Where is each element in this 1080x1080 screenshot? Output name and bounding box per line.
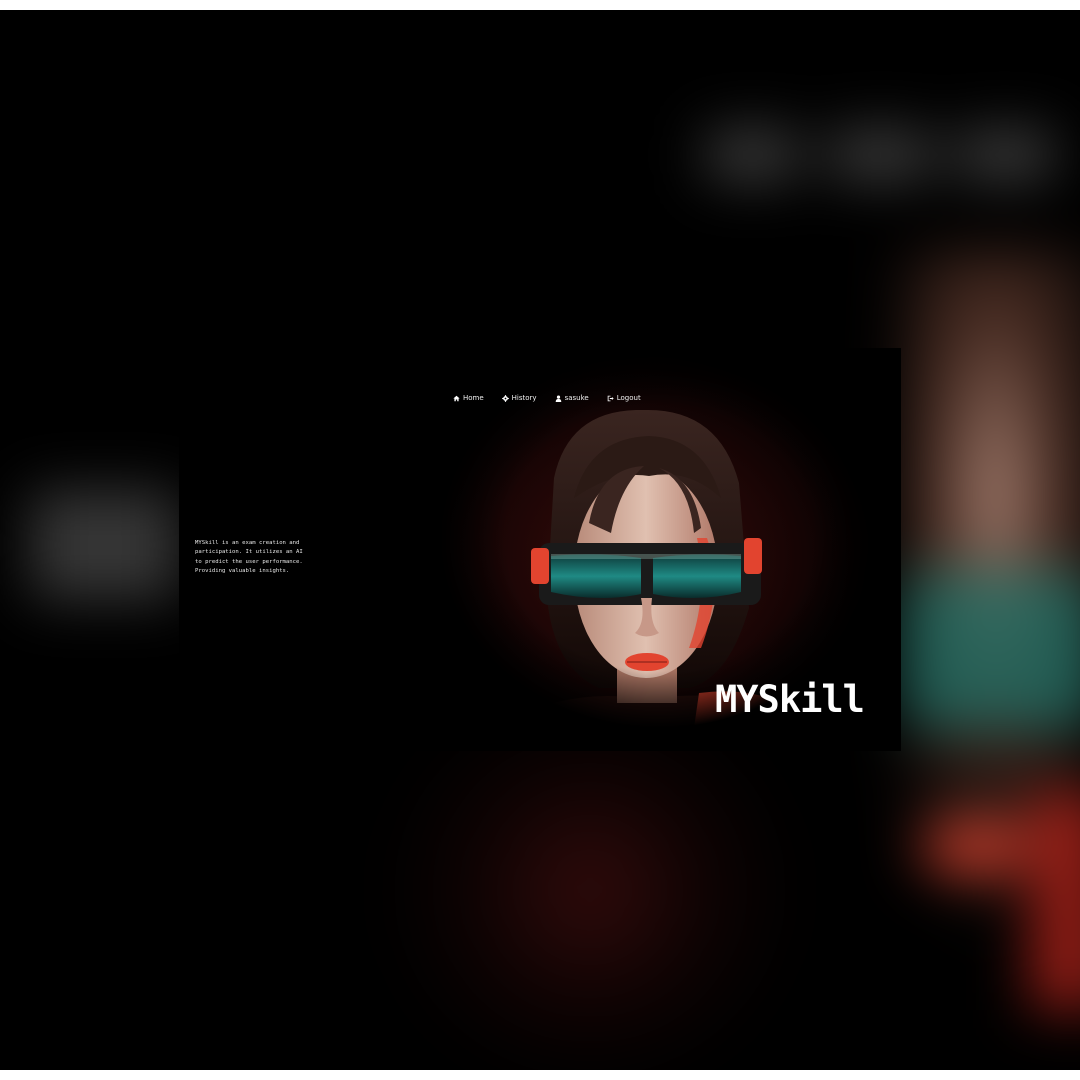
- nav-home[interactable]: Home: [453, 394, 484, 402]
- background-nav-blur: [705, 130, 800, 180]
- brand-logo: MYSkill: [715, 678, 865, 721]
- background-glow: [380, 710, 800, 1070]
- background-nav-blur: [955, 130, 1055, 180]
- nav-home-label: Home: [463, 394, 484, 402]
- user-icon: [555, 394, 561, 402]
- background-goggle-blur: [900, 570, 1080, 730]
- home-icon: [453, 395, 460, 401]
- background-shoulder-blur: [1030, 790, 1080, 1010]
- app-screenshot: Home History sasuke Logout MYSkill is an…: [179, 348, 901, 751]
- gear-icon: [501, 394, 509, 402]
- nav-user-label: sasuke: [564, 394, 589, 402]
- main-navigation: Home History sasuke Logout: [453, 394, 641, 402]
- nav-logout-label: Logout: [616, 394, 641, 402]
- nav-history[interactable]: History: [501, 394, 537, 402]
- screenshot-frame: Home History sasuke Logout MYSkill is an…: [0, 10, 1080, 1070]
- nav-user[interactable]: sasuke: [555, 394, 589, 402]
- hero-portrait-image: [439, 348, 879, 728]
- background-lips-blur: [920, 820, 1030, 875]
- background-nav-blur: [828, 130, 933, 180]
- logout-icon: [607, 395, 614, 401]
- nav-history-label: History: [511, 394, 537, 402]
- nav-logout[interactable]: Logout: [607, 394, 641, 402]
- background-text-blur: [30, 490, 180, 600]
- app-description: MYSkill is an exam creation and particip…: [195, 539, 303, 575]
